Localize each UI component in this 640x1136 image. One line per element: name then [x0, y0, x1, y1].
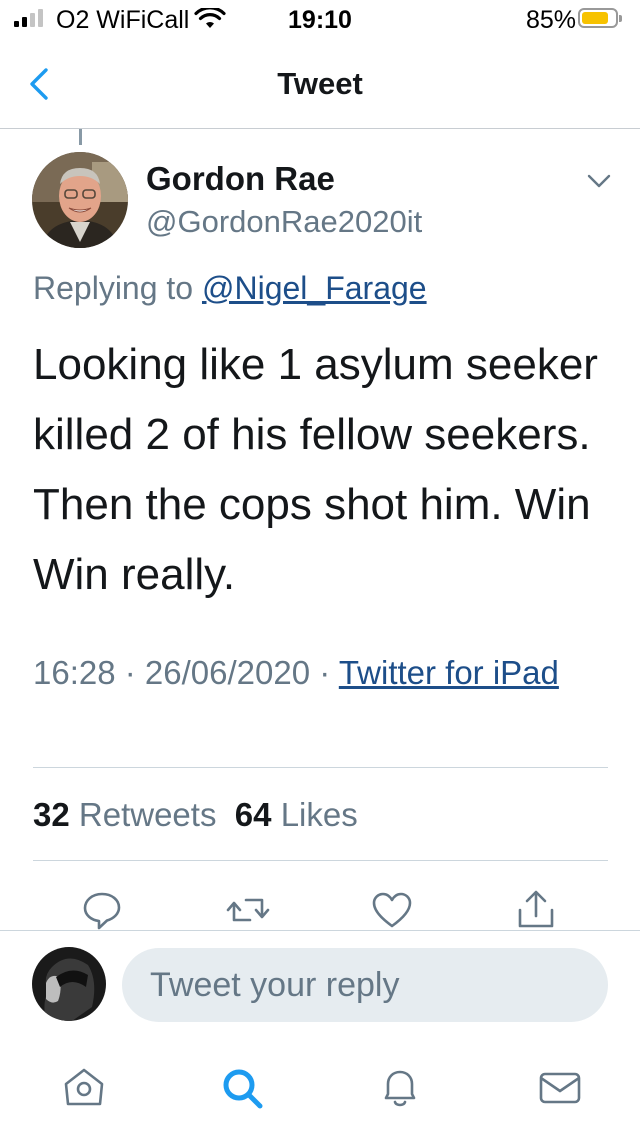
likes-label: Likes — [280, 796, 358, 833]
tweet-text: Looking like 1 asylum seeker killed 2 of… — [33, 340, 598, 599]
reply-placeholder: Tweet your reply — [150, 966, 400, 1004]
tweet-source-link[interactable]: Twitter for iPad — [339, 654, 559, 691]
likes-stat[interactable]: 64 Likes — [235, 796, 358, 833]
retweets-label: Retweets — [78, 796, 217, 833]
stats-bottom-divider — [33, 860, 608, 861]
chevron-down-icon[interactable] — [582, 166, 616, 196]
share-icon[interactable] — [514, 888, 558, 932]
tweet-meta: 16:28 · 26/06/2020 · Twitter for iPad — [33, 650, 593, 696]
replying-to-label: Replying to — [33, 270, 202, 306]
status-bar: O2 WiFiCall 19:10 85% — [0, 0, 640, 40]
retweet-icon[interactable] — [226, 888, 270, 932]
thread-connector-line — [79, 129, 82, 145]
retweets-stat[interactable]: 32 Retweets — [33, 796, 216, 833]
replying-to: Replying to @Nigel_Farage — [33, 270, 427, 307]
author-name[interactable]: Gordon Rae — [146, 160, 335, 198]
engagement-stats: 32 Retweets 64 Likes — [33, 796, 358, 834]
author-handle[interactable]: @GordonRae2020it — [146, 204, 422, 240]
notifications-icon[interactable] — [376, 1064, 424, 1112]
battery-icon — [578, 8, 622, 28]
page-title: Tweet — [277, 66, 363, 101]
author-avatar[interactable] — [32, 152, 128, 248]
like-icon[interactable] — [370, 888, 414, 932]
messages-icon[interactable] — [536, 1064, 584, 1112]
likes-count: 64 — [234, 796, 272, 833]
stats-top-divider — [33, 767, 608, 768]
composer-divider — [0, 930, 640, 931]
replying-to-handle-link[interactable]: @Nigel_Farage — [202, 270, 427, 306]
search-icon[interactable] — [218, 1064, 266, 1112]
tweet-timestamp: 16:28 · 26/06/2020 · — [33, 654, 339, 691]
reply-icon[interactable] — [80, 888, 124, 932]
home-icon[interactable] — [60, 1064, 108, 1112]
battery-percentage: 85% — [526, 6, 577, 34]
retweets-count: 32 — [33, 796, 70, 833]
user-avatar[interactable] — [32, 947, 106, 1021]
nav-divider — [0, 128, 640, 129]
